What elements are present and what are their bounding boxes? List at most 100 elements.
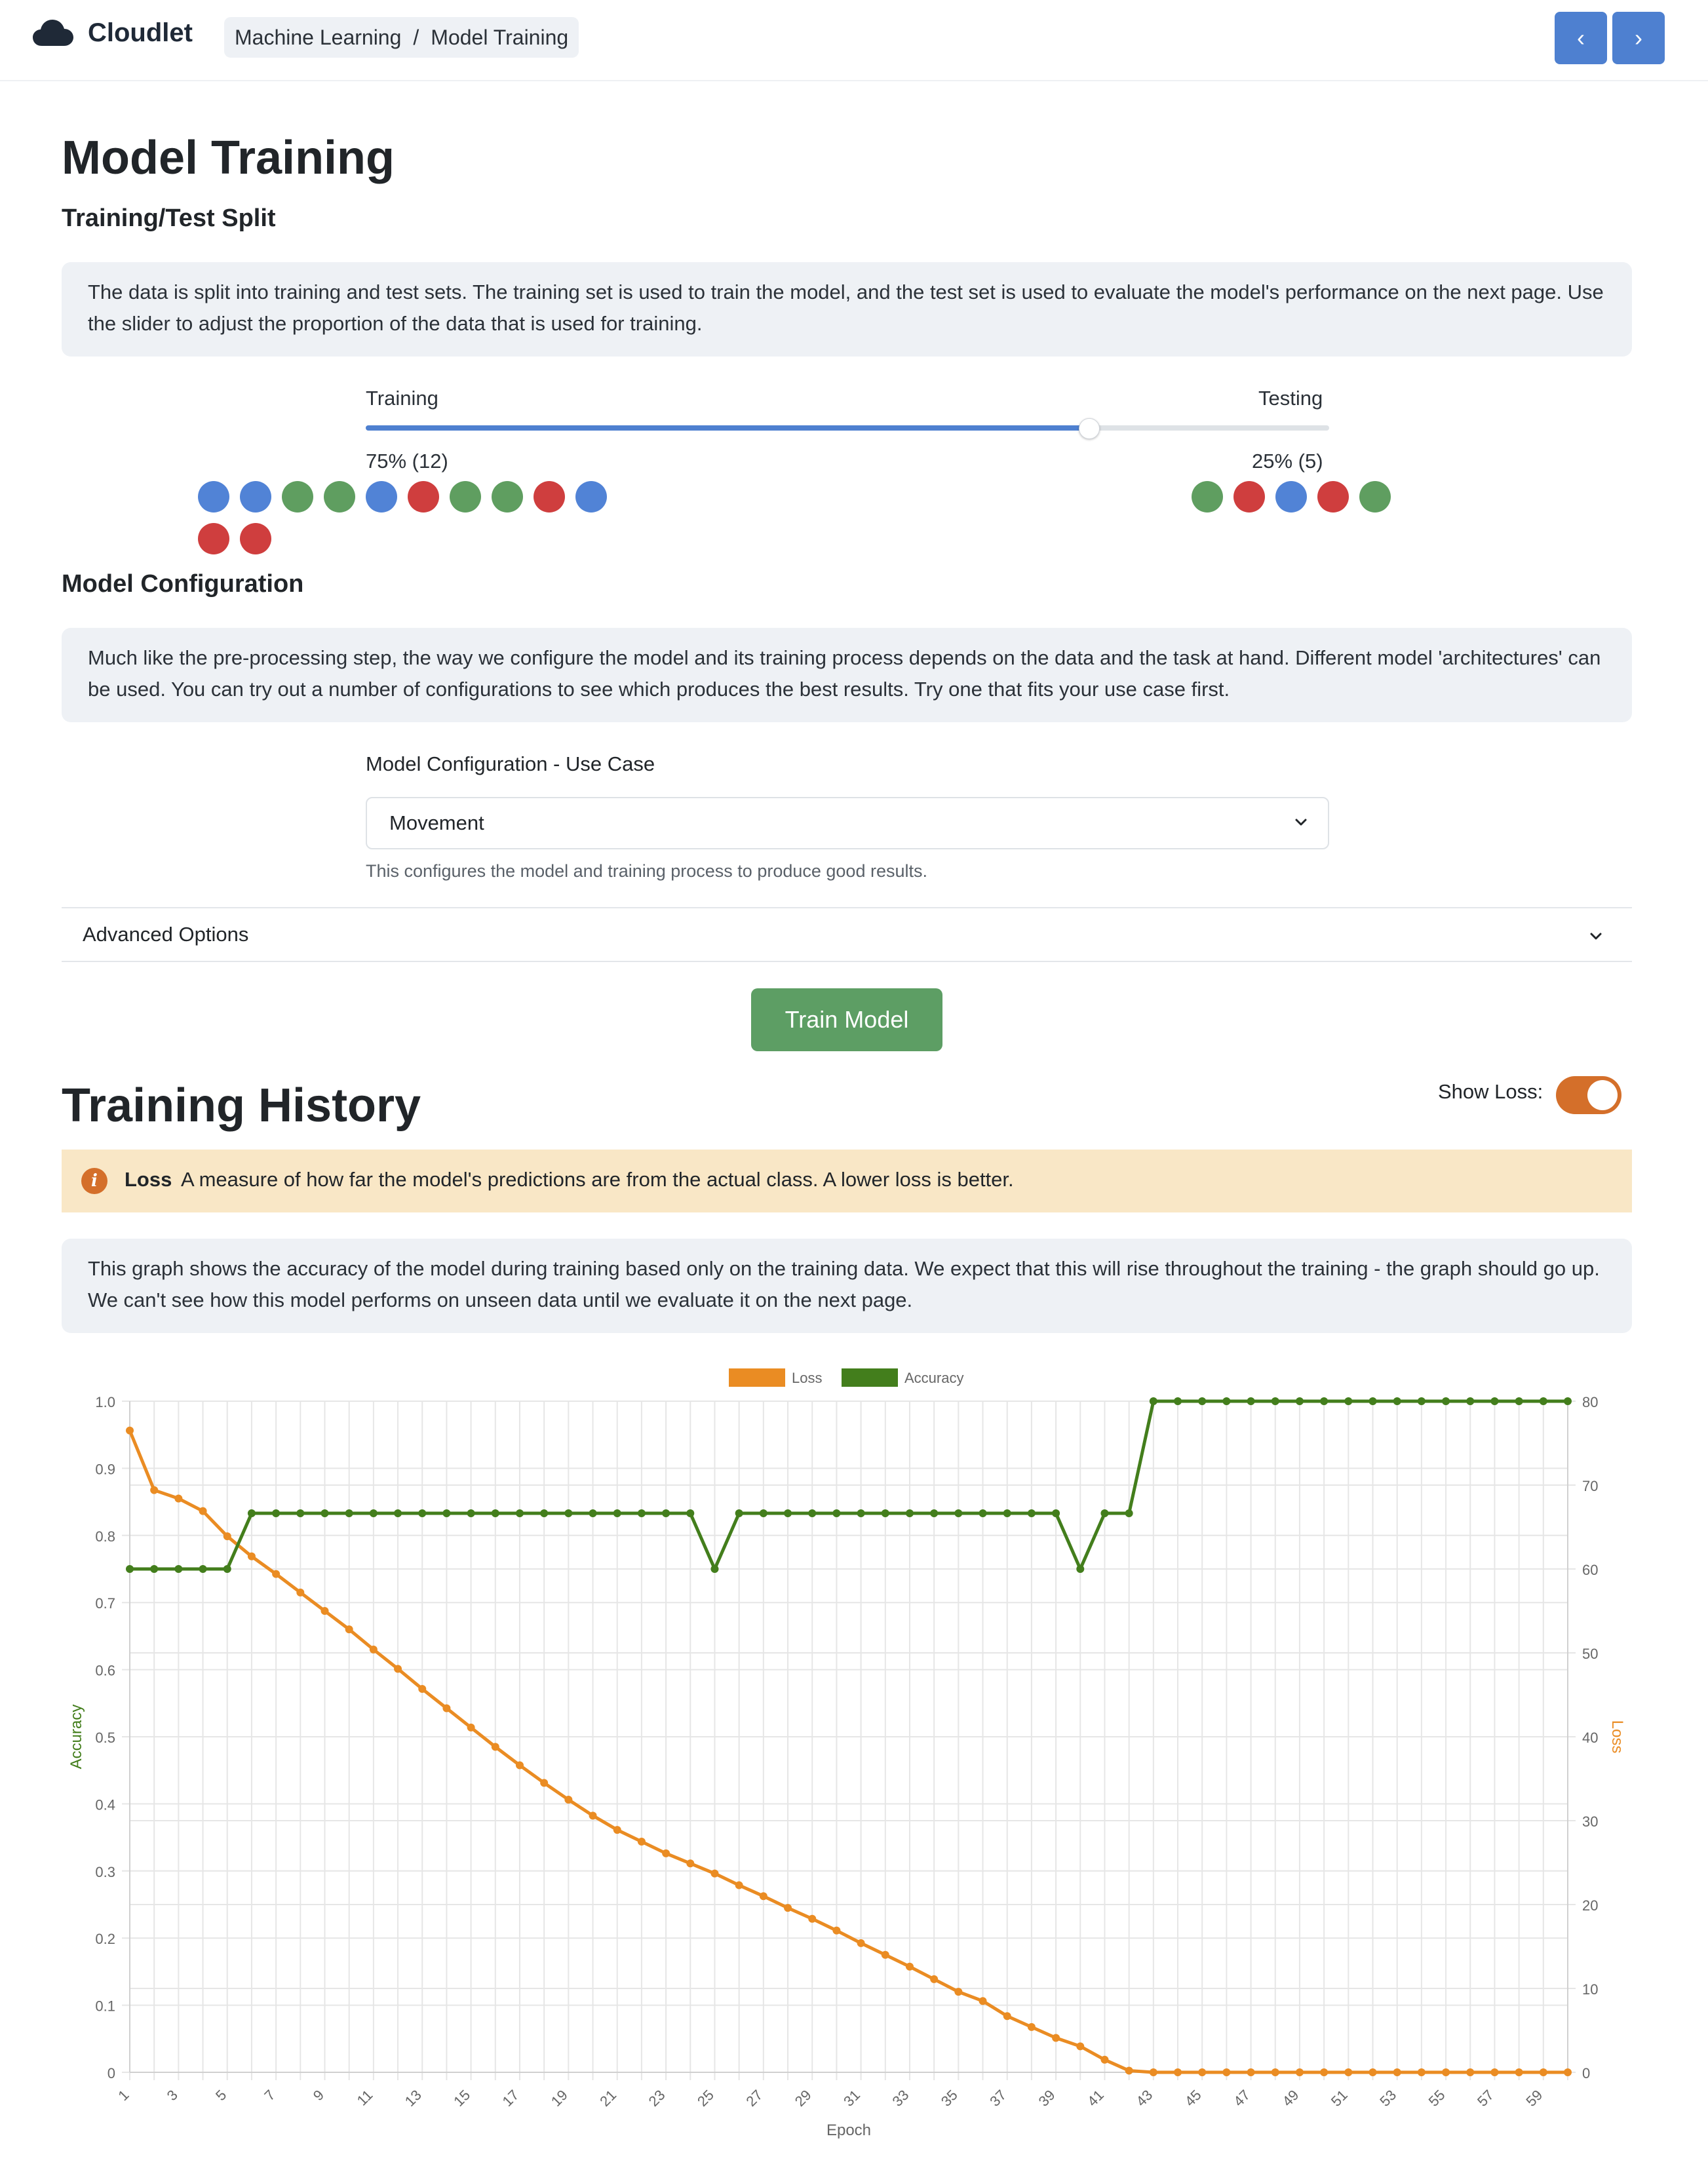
loss-point	[394, 1665, 402, 1673]
testing-sample-red	[1233, 481, 1265, 513]
training-percent: 75% (12)	[366, 450, 448, 473]
x-tick-label: 35	[938, 2087, 961, 2110]
loss-point	[784, 1904, 792, 1912]
use-case-select[interactable]: Movement	[366, 797, 1329, 849]
accuracy-point	[1100, 1509, 1109, 1518]
accuracy-point	[637, 1509, 646, 1518]
x-tick-label: 41	[1084, 2087, 1107, 2110]
accuracy-point	[1466, 1397, 1475, 1405]
x-tick-label: 45	[1182, 2087, 1205, 2110]
loss-point	[515, 1761, 524, 1770]
x-tick-label: 5	[212, 2087, 229, 2104]
loss-point	[759, 1892, 767, 1901]
show-loss-toggle[interactable]	[1556, 1076, 1621, 1114]
accuracy-point	[808, 1509, 817, 1518]
accuracy-point	[1076, 1565, 1085, 1573]
loss-point	[1174, 2068, 1182, 2076]
loss-point	[1052, 2034, 1060, 2042]
cloud-icon	[33, 20, 73, 46]
loss-point	[345, 1625, 353, 1634]
toggle-knob	[1587, 1080, 1618, 1110]
loss-point	[1271, 2068, 1279, 2076]
y-right-tick-label: 70	[1582, 1478, 1598, 1494]
testing-sample-red	[1317, 481, 1349, 513]
y-axis-right-title: Loss	[1608, 1720, 1626, 1754]
loss-point	[637, 1838, 646, 1846]
show-loss-label: Show Loss:	[1438, 1080, 1543, 1103]
loss-point	[247, 1552, 256, 1560]
accuracy-point	[564, 1509, 573, 1518]
accuracy-point	[1222, 1397, 1231, 1405]
x-tick-label: 21	[596, 2087, 619, 2110]
loss-alert: i Loss A measure of how far the model's …	[62, 1150, 1632, 1212]
x-tick-label: 17	[499, 2087, 522, 2110]
accuracy-point	[394, 1509, 402, 1518]
loss-point	[1003, 2012, 1011, 2021]
train-model-button[interactable]: Train Model	[751, 988, 942, 1051]
accuracy-legend-swatch	[842, 1368, 898, 1387]
accuracy-point	[1564, 1397, 1572, 1405]
x-tick-label: 29	[792, 2087, 815, 2110]
training-sample-blue	[366, 481, 397, 513]
x-tick-label: 1	[115, 2087, 132, 2104]
slider-thumb[interactable]	[1078, 418, 1100, 439]
y-right-tick-label: 40	[1582, 1730, 1598, 1746]
x-tick-label: 49	[1279, 2087, 1302, 2110]
x-tick-label: 23	[646, 2087, 669, 2110]
x-tick-label: 33	[889, 2087, 912, 2110]
accuracy-point	[320, 1509, 329, 1518]
training-sample-green	[492, 481, 523, 513]
loss-point	[662, 1849, 670, 1857]
loss-point	[1149, 2068, 1157, 2076]
x-tick-label: 31	[840, 2087, 863, 2110]
split-slider[interactable]	[366, 418, 1329, 439]
testing-sample-green	[1192, 481, 1223, 513]
page-title: Model Training	[62, 132, 395, 184]
breadcrumb-separator: /	[413, 25, 419, 49]
accuracy-point	[1417, 1397, 1426, 1405]
accuracy-point	[1271, 1397, 1279, 1405]
loss-point	[857, 1939, 865, 1947]
accuracy-point	[1125, 1509, 1133, 1518]
previous-page-button[interactable]: ‹	[1555, 12, 1607, 64]
use-case-selected: Movement	[389, 811, 484, 834]
next-page-button[interactable]: ›	[1612, 12, 1665, 64]
breadcrumb: Machine Learning / Model Training	[224, 17, 579, 58]
x-tick-label: 43	[1133, 2087, 1155, 2110]
loss-point	[199, 1507, 207, 1515]
split-description: The data is split into training and test…	[62, 262, 1632, 357]
y-right-tick-label: 50	[1582, 1646, 1598, 1662]
training-history-heading: Training History	[62, 1079, 421, 1132]
split-heading: Training/Test Split	[62, 204, 276, 232]
loss-point	[808, 1914, 817, 1923]
accuracy-point	[1247, 1397, 1255, 1405]
loss-point	[1125, 2066, 1133, 2075]
training-sample-blue	[198, 481, 229, 513]
accuracy-point	[954, 1509, 963, 1518]
accuracy-point	[126, 1565, 134, 1573]
graph-description: This graph shows the accuracy of the mod…	[62, 1239, 1632, 1333]
loss-point	[467, 1723, 475, 1732]
testing-sample-green	[1359, 481, 1391, 513]
loss-point	[710, 1869, 719, 1878]
brand[interactable]: Cloudlet	[31, 17, 193, 48]
alert-title: Loss	[125, 1168, 172, 1191]
accuracy-point	[1149, 1397, 1157, 1405]
x-tick-label: 53	[1376, 2087, 1399, 2110]
advanced-options-accordion[interactable]: Advanced Options	[62, 907, 1632, 962]
chevron-left-icon: ‹	[1577, 24, 1585, 51]
accuracy-point	[881, 1509, 889, 1518]
y-right-tick-label: 10	[1582, 1981, 1598, 1998]
y-right-tick-label: 0	[1582, 2065, 1590, 2081]
y-left-tick-label: 0	[107, 2065, 115, 2081]
loss-point	[1198, 2068, 1207, 2076]
training-sample-blue	[575, 481, 607, 513]
breadcrumb-item-machine-learning[interactable]: Machine Learning	[235, 26, 401, 50]
testing-sample-blue	[1275, 481, 1307, 513]
accuracy-point	[199, 1565, 207, 1573]
accuracy-point	[150, 1565, 159, 1573]
accuracy-point	[1320, 1397, 1329, 1405]
accuracy-point	[1003, 1509, 1011, 1518]
loss-point	[1247, 2068, 1255, 2076]
x-tick-label: 59	[1523, 2087, 1545, 2110]
